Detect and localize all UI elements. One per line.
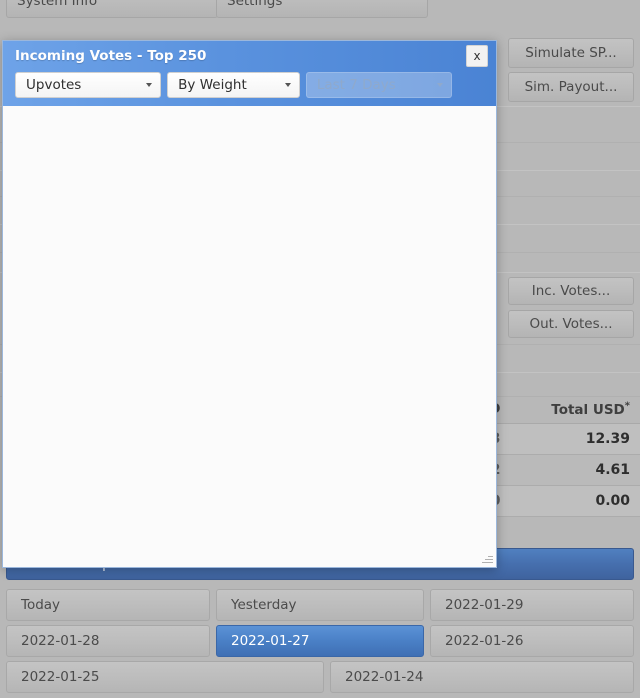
date-button-today[interactable]: Today [6,589,210,621]
resize-grip-line [485,558,493,560]
date-button-label: 2022-01-24 [345,669,424,685]
date-button-2022-01-28[interactable]: 2022-01-28 [6,625,210,657]
date-button-2022-01-24[interactable]: 2022-01-24 [330,661,634,693]
dialog-title-bar[interactable]: Incoming Votes - Top 250 x Upvotes By We… [3,41,496,106]
sort-by-select-value: By Weight [178,77,247,93]
votes-list-area[interactable] [3,106,496,567]
resize-grip-icon[interactable] [480,551,494,565]
column-header-total-usd-label: Total USD* [551,400,630,418]
sim-payout-button-label: Sim. Payout... [524,79,618,95]
cell-total-usd: 4.61 [510,454,640,486]
date-button-label: 2022-01-25 [21,669,100,685]
period-select-value: Last 7 Days [316,77,396,93]
incoming-votes-dialog[interactable]: Incoming Votes - Top 250 x Upvotes By We… [2,40,497,568]
date-button-label: Yesterday [231,597,297,613]
vote-type-select[interactable]: Upvotes [15,72,162,98]
chevron-down-icon [284,83,291,87]
close-icon[interactable]: x [466,45,488,67]
sort-by-select[interactable]: By Weight [167,72,300,98]
settings-button[interactable]: Settings [216,0,428,18]
period-select: Last 7 Days [305,72,452,98]
simulate-sp-button-label: Simulate SP... [525,45,617,61]
cell-total-usd: 12.39 [510,423,640,455]
date-button-2022-01-29[interactable]: 2022-01-29 [430,589,634,621]
resize-grip-line [482,561,493,563]
dialog-filter-row: Upvotes By Weight Last 7 Days [15,72,490,98]
inc-votes-button[interactable]: Inc. Votes... [508,277,634,305]
date-button-label: Today [21,597,61,613]
resize-grip-line [488,555,493,557]
date-button-label: 2022-01-29 [445,597,524,613]
date-button-label: 2022-01-26 [445,633,524,649]
out-votes-button-label: Out. Votes... [529,316,613,332]
out-votes-button[interactable]: Out. Votes... [508,310,634,338]
system-info-button-label: System Info [17,0,98,9]
vote-type-select-value: Upvotes [26,77,82,93]
settings-button-label: Settings [227,0,283,9]
chevron-down-icon [146,83,153,87]
date-button-label: 2022-01-28 [21,633,100,649]
system-info-button[interactable]: System Info [6,0,218,18]
sim-payout-button[interactable]: Sim. Payout... [508,72,634,102]
cell-total-usd: 0.00 [510,485,640,517]
date-button-2022-01-25[interactable]: 2022-01-25 [6,661,324,693]
dialog-title: Incoming Votes - Top 250 [15,48,207,64]
date-button-yesterday[interactable]: Yesterday [216,589,424,621]
date-button-2022-01-26[interactable]: 2022-01-26 [430,625,634,657]
date-button-label: 2022-01-27 [231,633,310,649]
inc-votes-button-label: Inc. Votes... [531,283,611,299]
chevron-down-icon [436,83,443,87]
simulate-sp-button[interactable]: Simulate SP... [508,38,634,68]
close-icon-label: x [473,49,481,63]
date-button-2022-01-27[interactable]: 2022-01-27 [216,625,424,657]
column-header-total-usd[interactable]: Total USD* [510,398,640,424]
